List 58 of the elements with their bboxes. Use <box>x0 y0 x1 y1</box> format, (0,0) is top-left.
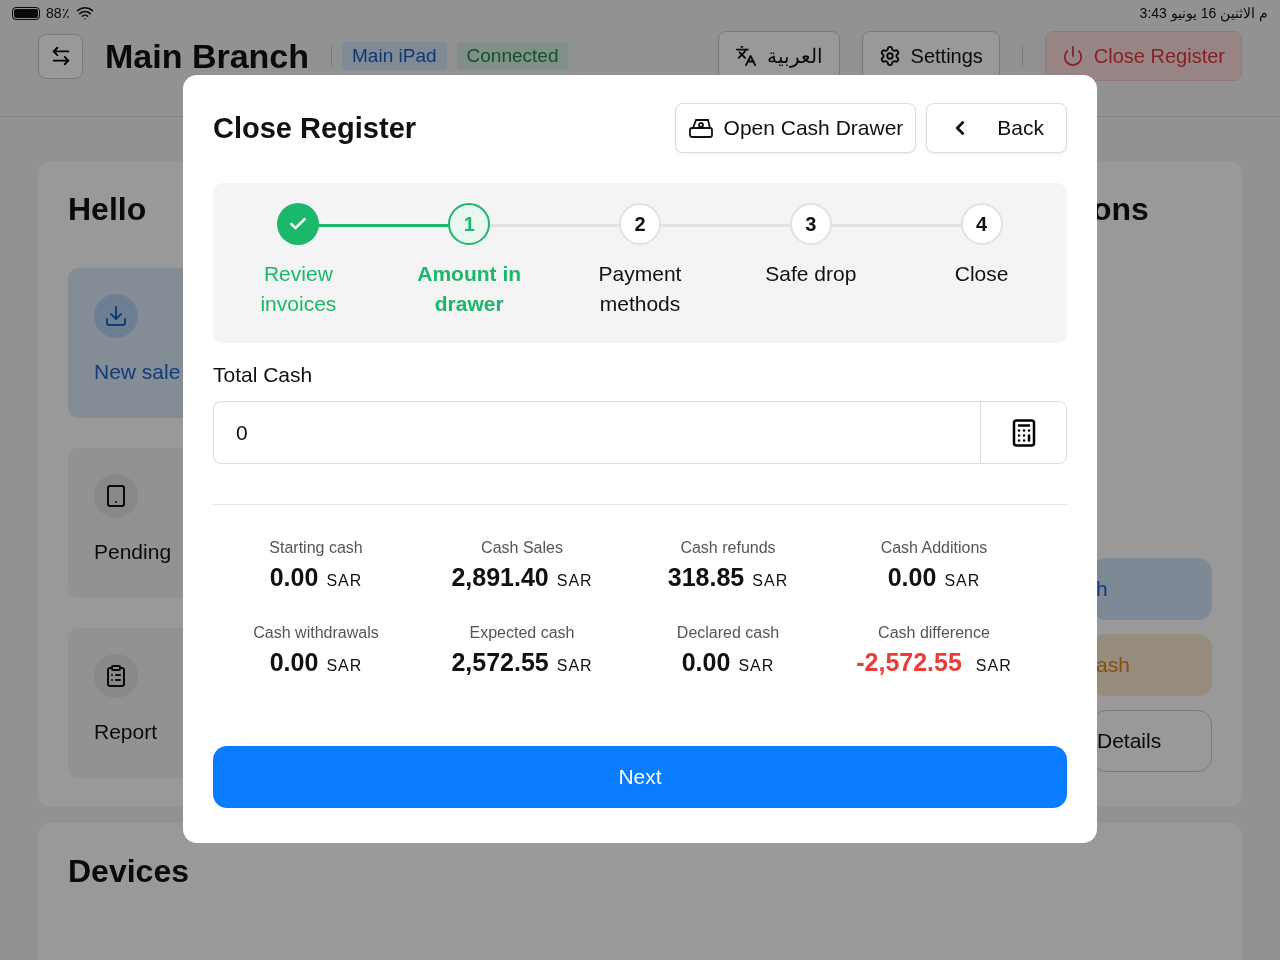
status-tag: Connected <box>456 42 569 70</box>
stat-label: Cash difference <box>878 624 990 642</box>
stat-label: Cash withdrawals <box>253 624 379 642</box>
step-marker: 3 <box>789 203 832 245</box>
stat-value: 0.00 <box>887 563 937 592</box>
stat-label: Starting cash <box>269 539 363 557</box>
currency: SAR <box>738 657 775 675</box>
branch-title: Main Branch <box>105 36 310 76</box>
tile-label: Report <box>94 720 159 744</box>
stat-value: 0.00 <box>269 563 319 592</box>
cash-drawer-icon <box>687 117 714 139</box>
devices-heading: Devices <box>68 853 189 889</box>
currency: SAR <box>975 657 1012 675</box>
stat-value: -2,572.55 <box>856 648 962 677</box>
step-marker: 1 <box>448 203 491 245</box>
step-label: Close <box>954 261 1009 287</box>
currency: SAR <box>752 572 789 590</box>
power-icon <box>1061 45 1084 67</box>
tile-label: Pending <box>94 540 173 564</box>
currency: SAR <box>326 572 363 590</box>
step-label: Payment methods <box>597 261 683 317</box>
settings-icon <box>878 45 901 67</box>
download-icon <box>104 304 128 328</box>
stat-label: Cash Sales <box>481 539 563 557</box>
currency: SAR <box>944 572 981 590</box>
step-marker: 4 <box>960 203 1003 245</box>
stat-value: 0.00 <box>681 648 731 677</box>
tablet-icon <box>104 484 128 508</box>
total-cash-field[interactable]: 0 <box>213 401 980 464</box>
stat-label: Declared cash <box>676 624 780 642</box>
step-label: Amount in drawer <box>416 261 523 317</box>
switch-button[interactable] <box>38 33 83 79</box>
stat-value: 2,572.55 <box>451 648 549 677</box>
step-label: Review invoices <box>259 261 338 317</box>
status-tag: Main iPad <box>342 42 447 70</box>
greeting: Hello <box>68 191 148 228</box>
translate-icon <box>734 45 757 67</box>
dialog-title: Close Register <box>213 111 418 145</box>
clipboard-icon <box>104 664 128 688</box>
battery-level: 88٪ <box>46 5 70 21</box>
stat-value: 2,891.40 <box>451 563 549 592</box>
calculator-button[interactable] <box>980 401 1067 464</box>
battery-icon <box>12 6 40 20</box>
step-marker: 2 <box>619 203 661 245</box>
back-button[interactable]: Back <box>926 103 1067 153</box>
currency: SAR <box>556 572 593 590</box>
stat-value: 318.85 <box>667 563 745 592</box>
open-cash-drawer-button[interactable]: Open Cash Drawer <box>674 103 917 153</box>
next-button[interactable]: Next <box>213 746 1067 808</box>
step-label: Safe drop <box>765 261 857 287</box>
stat-label: Expected cash <box>469 624 575 642</box>
currency: SAR <box>556 657 593 675</box>
date-time: 3:43 م الاثنين 16 يونيو <box>1139 5 1268 21</box>
currency: SAR <box>326 657 363 675</box>
stat-value: 0.00 <box>269 648 319 677</box>
stat-label: Cash Additions <box>880 539 988 557</box>
wifi-icon <box>75 4 94 22</box>
stat-label: Cash refunds <box>680 539 776 557</box>
